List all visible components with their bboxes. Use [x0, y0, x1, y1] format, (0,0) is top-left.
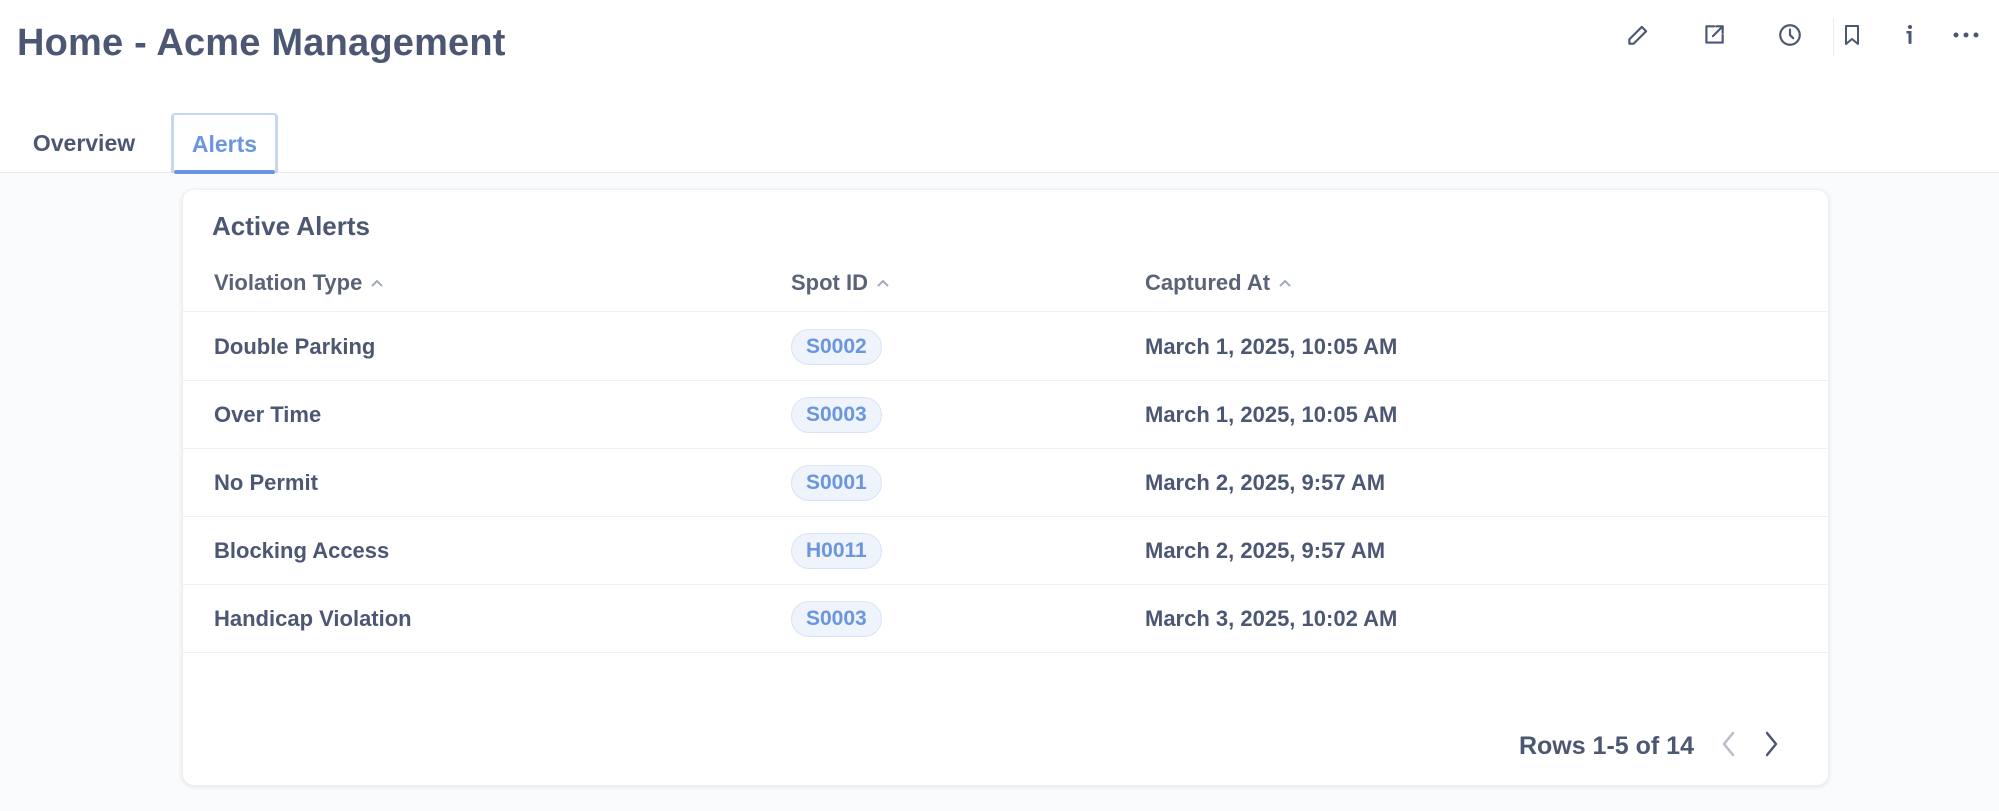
history-button[interactable]	[1767, 14, 1813, 60]
top-bar: Home - Acme Management Overview Alerts	[0, 0, 1999, 174]
table-header: Violation Type Spot ID Captured At	[183, 254, 1828, 312]
card-title: Active Alerts	[212, 211, 370, 241]
table-row[interactable]: Over Time S0003 March 1, 2025, 10:05 AM	[183, 381, 1828, 449]
edit-button[interactable]	[1615, 14, 1661, 60]
pagination: Rows 1-5 of 14	[1519, 723, 1788, 769]
sort-ascending-icon	[876, 278, 890, 288]
spot-id-pill[interactable]: S0003	[791, 601, 882, 637]
pagination-label: Rows 1-5 of 14	[1518, 731, 1694, 760]
column-header-spot-id[interactable]: Spot ID	[791, 254, 890, 312]
tab-overview[interactable]: Overview	[10, 113, 158, 173]
pencil-icon	[1625, 22, 1651, 53]
spot-id-pill[interactable]: H0011	[791, 533, 882, 569]
tab-overview-label: Overview	[32, 129, 136, 156]
captured-at-cell: March 1, 2025, 10:05 AM	[1145, 334, 1398, 359]
bookmark-icon	[1840, 22, 1864, 53]
table-body: Double Parking S0002 March 1, 2025, 10:0…	[183, 313, 1828, 653]
sort-ascending-icon	[370, 278, 384, 288]
page-title: Home - Acme Management	[17, 22, 506, 64]
active-alerts-card: Active Alerts Violation Type Spot ID Cap…	[182, 189, 1829, 786]
info-button[interactable]	[1887, 14, 1933, 60]
chevron-right-icon	[1763, 730, 1779, 763]
share-icon	[1701, 22, 1727, 53]
spot-id-pill[interactable]: S0002	[791, 329, 882, 365]
spot-id-pill[interactable]: S0001	[791, 465, 882, 501]
table-row[interactable]: Double Parking S0002 March 1, 2025, 10:0…	[183, 313, 1828, 381]
table-row[interactable]: No Permit S0001 March 2, 2025, 9:57 AM	[183, 449, 1828, 517]
more-icon	[1952, 22, 1980, 53]
active-tab-indicator	[174, 170, 275, 174]
captured-at-cell: March 2, 2025, 9:57 AM	[1145, 538, 1386, 563]
violation-type-cell: Handicap Violation	[214, 606, 412, 631]
violation-type-cell: Over Time	[214, 402, 322, 427]
column-label: Captured At	[1145, 270, 1271, 295]
column-header-captured-at[interactable]: Captured At	[1145, 254, 1292, 312]
spot-id-pill[interactable]: S0003	[791, 397, 882, 433]
violation-type-cell: Blocking Access	[214, 538, 390, 563]
column-label: Violation Type	[214, 270, 363, 295]
column-label: Spot ID	[791, 270, 868, 295]
previous-page-button[interactable]	[1712, 726, 1746, 766]
tab-alerts[interactable]: Alerts	[171, 113, 278, 174]
chevron-left-icon	[1721, 730, 1737, 763]
clock-icon	[1777, 22, 1803, 53]
more-button[interactable]	[1943, 14, 1989, 60]
share-button[interactable]	[1691, 14, 1737, 60]
captured-at-cell: March 2, 2025, 9:57 AM	[1145, 470, 1386, 495]
column-header-violation-type[interactable]: Violation Type	[214, 254, 384, 312]
tab-alerts-label: Alerts	[191, 130, 258, 157]
next-page-button[interactable]	[1754, 726, 1788, 766]
sort-ascending-icon	[1278, 278, 1292, 288]
violation-type-cell: No Permit	[214, 470, 318, 495]
table-row[interactable]: Blocking Access H0011 March 2, 2025, 9:5…	[183, 517, 1828, 585]
table-row[interactable]: Handicap Violation S0003 March 3, 2025, …	[183, 585, 1828, 653]
violation-type-cell: Double Parking	[214, 334, 376, 359]
bookmark-button[interactable]	[1829, 14, 1875, 60]
captured-at-cell: March 1, 2025, 10:05 AM	[1145, 402, 1398, 427]
captured-at-cell: March 3, 2025, 10:02 AM	[1145, 606, 1398, 631]
info-icon	[1898, 22, 1922, 53]
